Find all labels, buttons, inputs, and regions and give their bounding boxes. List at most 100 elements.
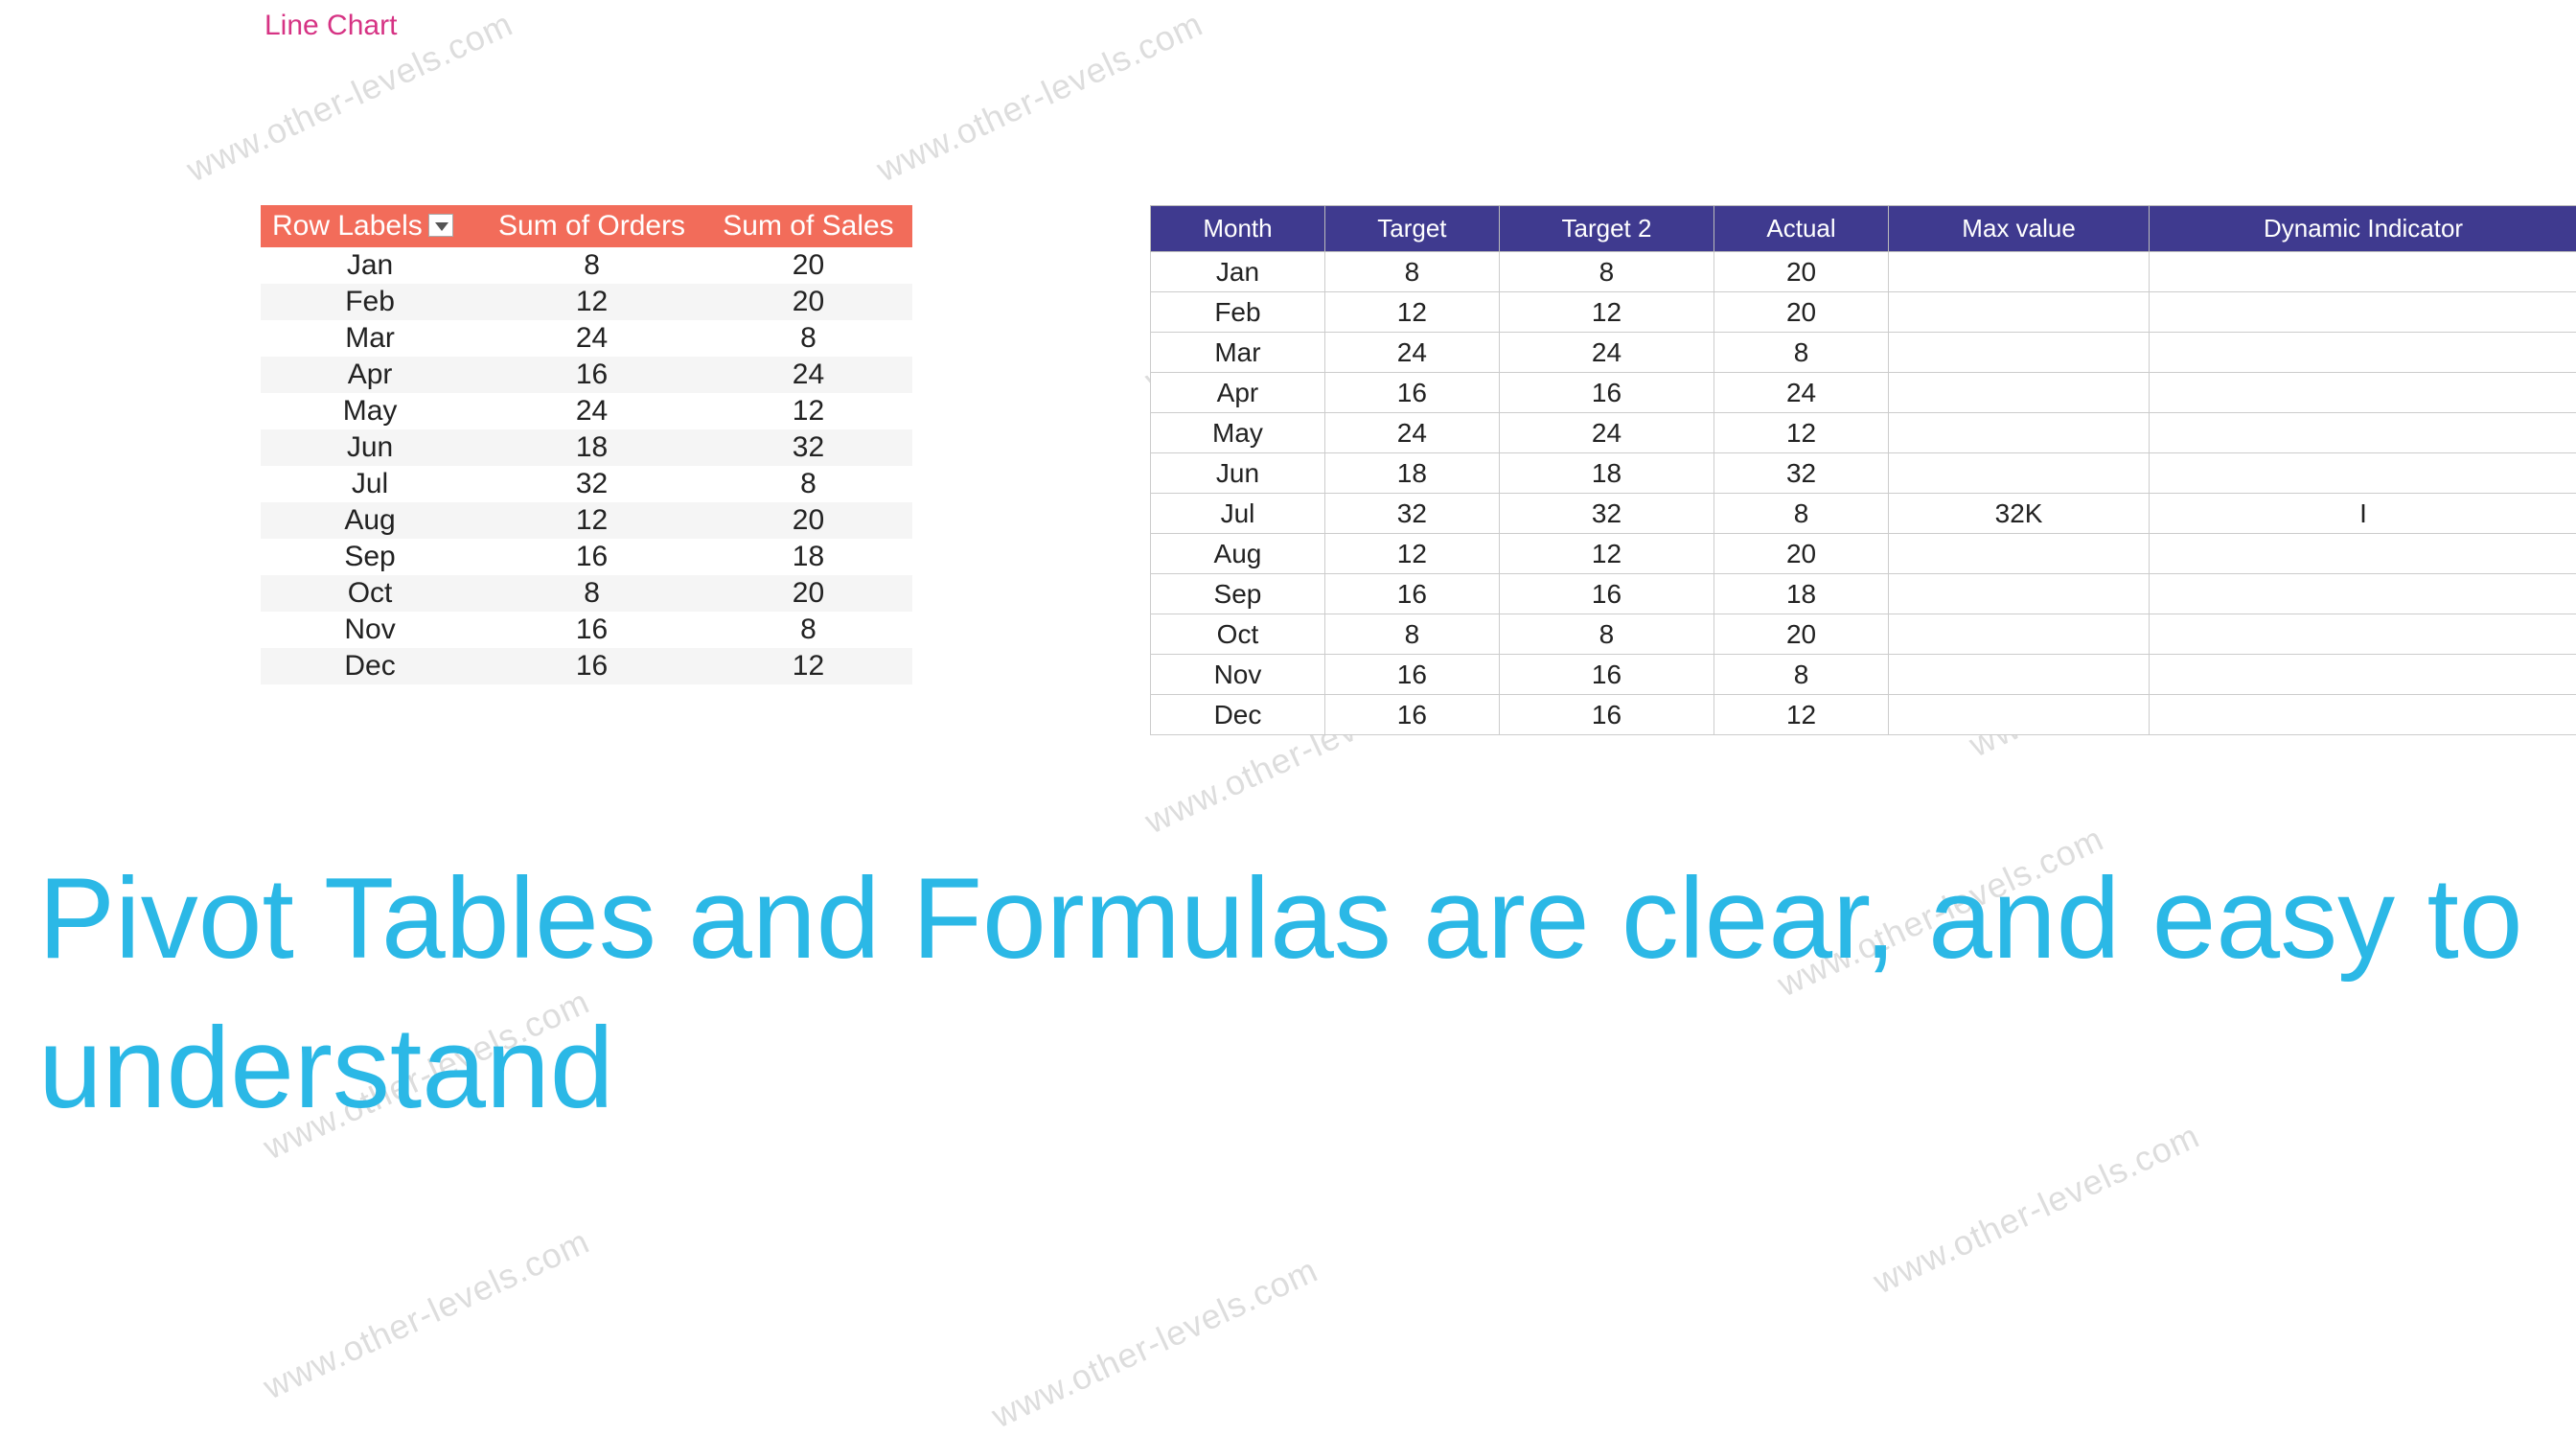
data-cell-max[interactable]: [1889, 413, 2150, 453]
data-cell-target2[interactable]: 24: [1499, 413, 1714, 453]
data-cell-target2[interactable]: 32: [1499, 494, 1714, 534]
pivot-cell-orders[interactable]: 8: [479, 575, 704, 612]
pivot-cell-sales[interactable]: 8: [704, 612, 912, 648]
data-cell-dyn[interactable]: [2150, 252, 2576, 292]
data-cell-target[interactable]: 32: [1324, 494, 1499, 534]
dropdown-icon[interactable]: [428, 214, 453, 237]
data-cell-target[interactable]: 12: [1324, 534, 1499, 574]
pivot-cell-month[interactable]: Oct: [261, 575, 479, 612]
pivot-cell-sales[interactable]: 12: [704, 648, 912, 684]
data-cell-target2[interactable]: 18: [1499, 453, 1714, 494]
data-cell-actual[interactable]: 8: [1714, 655, 1889, 695]
data-cell-actual[interactable]: 12: [1714, 413, 1889, 453]
pivot-cell-sales[interactable]: 8: [704, 466, 912, 502]
data-cell-actual[interactable]: 32: [1714, 453, 1889, 494]
pivot-cell-month[interactable]: Jan: [261, 247, 479, 284]
data-cell-target[interactable]: 16: [1324, 695, 1499, 735]
data-cell-actual[interactable]: 20: [1714, 534, 1889, 574]
pivot-cell-month[interactable]: Sep: [261, 539, 479, 575]
data-cell-dyn[interactable]: [2150, 373, 2576, 413]
pivot-cell-orders[interactable]: 16: [479, 357, 704, 393]
pivot-cell-month[interactable]: Mar: [261, 320, 479, 357]
data-cell-target[interactable]: 24: [1324, 413, 1499, 453]
data-cell-month[interactable]: Jul: [1151, 494, 1325, 534]
data-cell-dyn[interactable]: [2150, 655, 2576, 695]
data-cell-target2[interactable]: 16: [1499, 574, 1714, 614]
data-cell-dyn[interactable]: I: [2150, 494, 2576, 534]
data-cell-target[interactable]: 16: [1324, 574, 1499, 614]
data-cell-dyn[interactable]: [2150, 574, 2576, 614]
pivot-cell-orders[interactable]: 12: [479, 502, 704, 539]
data-cell-target2[interactable]: 24: [1499, 333, 1714, 373]
pivot-header-row-labels[interactable]: Row Labels: [261, 205, 479, 247]
data-cell-target2[interactable]: 16: [1499, 373, 1714, 413]
data-cell-month[interactable]: Feb: [1151, 292, 1325, 333]
data-cell-target2[interactable]: 12: [1499, 292, 1714, 333]
data-cell-target[interactable]: 16: [1324, 373, 1499, 413]
pivot-cell-orders[interactable]: 12: [479, 284, 704, 320]
data-cell-actual[interactable]: 24: [1714, 373, 1889, 413]
data-cell-month[interactable]: Sep: [1151, 574, 1325, 614]
data-cell-dyn[interactable]: [2150, 534, 2576, 574]
pivot-cell-sales[interactable]: 32: [704, 429, 912, 466]
data-cell-month[interactable]: Oct: [1151, 614, 1325, 655]
pivot-cell-orders[interactable]: 24: [479, 320, 704, 357]
data-cell-target[interactable]: 12: [1324, 292, 1499, 333]
data-cell-month[interactable]: Jan: [1151, 252, 1325, 292]
data-cell-target[interactable]: 24: [1324, 333, 1499, 373]
data-cell-month[interactable]: Aug: [1151, 534, 1325, 574]
pivot-cell-month[interactable]: Jul: [261, 466, 479, 502]
data-cell-target[interactable]: 8: [1324, 614, 1499, 655]
data-cell-dyn[interactable]: [2150, 695, 2576, 735]
pivot-cell-orders[interactable]: 16: [479, 539, 704, 575]
data-cell-max[interactable]: [1889, 614, 2150, 655]
pivot-cell-month[interactable]: Aug: [261, 502, 479, 539]
pivot-cell-orders[interactable]: 32: [479, 466, 704, 502]
data-cell-max[interactable]: [1889, 252, 2150, 292]
pivot-cell-month[interactable]: Apr: [261, 357, 479, 393]
data-cell-target[interactable]: 18: [1324, 453, 1499, 494]
pivot-cell-month[interactable]: Nov: [261, 612, 479, 648]
pivot-cell-orders[interactable]: 18: [479, 429, 704, 466]
data-cell-max[interactable]: [1889, 534, 2150, 574]
data-cell-max[interactable]: [1889, 453, 2150, 494]
pivot-cell-sales[interactable]: 8: [704, 320, 912, 357]
data-cell-actual[interactable]: 20: [1714, 614, 1889, 655]
data-cell-max[interactable]: [1889, 695, 2150, 735]
pivot-cell-orders[interactable]: 8: [479, 247, 704, 284]
data-cell-dyn[interactable]: [2150, 614, 2576, 655]
data-cell-month[interactable]: Jun: [1151, 453, 1325, 494]
pivot-cell-sales[interactable]: 12: [704, 393, 912, 429]
pivot-cell-month[interactable]: Dec: [261, 648, 479, 684]
data-cell-target2[interactable]: 16: [1499, 655, 1714, 695]
data-cell-dyn[interactable]: [2150, 453, 2576, 494]
pivot-cell-orders[interactable]: 16: [479, 612, 704, 648]
data-cell-target2[interactable]: 8: [1499, 252, 1714, 292]
data-cell-target2[interactable]: 12: [1499, 534, 1714, 574]
pivot-cell-sales[interactable]: 20: [704, 502, 912, 539]
pivot-cell-sales[interactable]: 20: [704, 575, 912, 612]
data-cell-month[interactable]: Nov: [1151, 655, 1325, 695]
data-cell-max[interactable]: [1889, 655, 2150, 695]
pivot-cell-month[interactable]: Feb: [261, 284, 479, 320]
pivot-cell-sales[interactable]: 18: [704, 539, 912, 575]
pivot-cell-month[interactable]: Jun: [261, 429, 479, 466]
pivot-cell-sales[interactable]: 20: [704, 247, 912, 284]
data-cell-max[interactable]: 32K: [1889, 494, 2150, 534]
data-cell-actual[interactable]: 20: [1714, 252, 1889, 292]
data-cell-month[interactable]: Apr: [1151, 373, 1325, 413]
data-cell-max[interactable]: [1889, 574, 2150, 614]
data-cell-dyn[interactable]: [2150, 413, 2576, 453]
data-cell-max[interactable]: [1889, 373, 2150, 413]
data-cell-actual[interactable]: 8: [1714, 333, 1889, 373]
data-cell-actual[interactable]: 18: [1714, 574, 1889, 614]
pivot-cell-sales[interactable]: 24: [704, 357, 912, 393]
pivot-cell-month[interactable]: May: [261, 393, 479, 429]
pivot-cell-orders[interactable]: 24: [479, 393, 704, 429]
data-cell-month[interactable]: May: [1151, 413, 1325, 453]
data-cell-actual[interactable]: 8: [1714, 494, 1889, 534]
data-cell-max[interactable]: [1889, 292, 2150, 333]
data-cell-max[interactable]: [1889, 333, 2150, 373]
data-cell-dyn[interactable]: [2150, 292, 2576, 333]
data-cell-month[interactable]: Mar: [1151, 333, 1325, 373]
